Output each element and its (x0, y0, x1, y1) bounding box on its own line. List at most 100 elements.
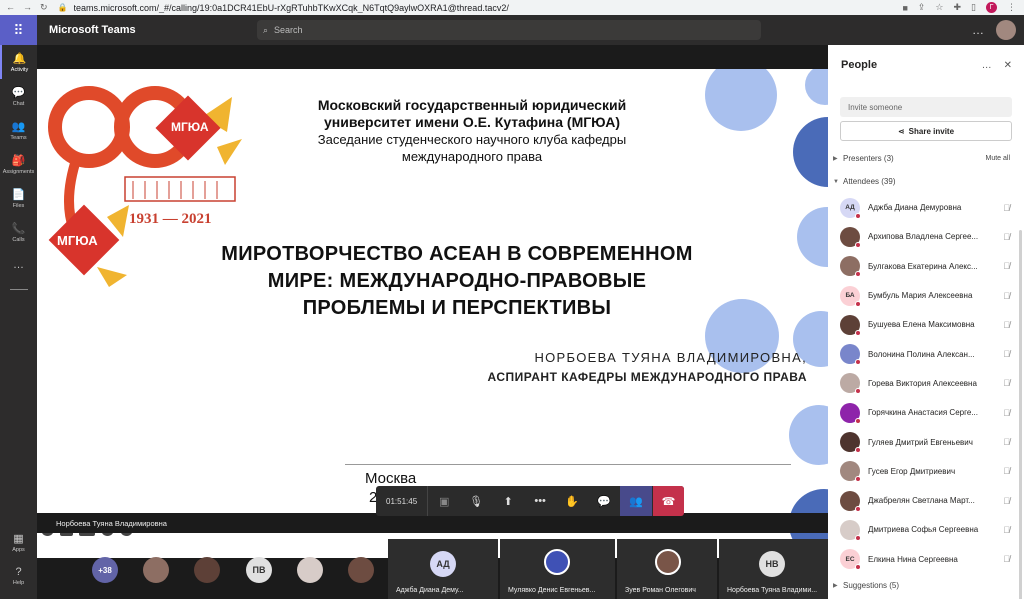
rail-item-files[interactable]: 📄 Files (0, 181, 37, 215)
forward-icon[interactable]: → (23, 2, 32, 13)
attendee-name: Гусев Егор Дмитриевич (868, 466, 956, 476)
mute-all-button[interactable]: Mute all (985, 155, 1024, 162)
attendee-row[interactable]: Гусев Егор Дмитриевич 🎙̸ (828, 457, 1024, 486)
rail-label: Activity (10, 66, 29, 73)
attendee-list: АД Аджба Диана Демуровна 🎙̸ Архипова Владле… (828, 193, 1024, 574)
attendee-row[interactable]: Архипова Владлена Сергее... 🎙̸ (828, 222, 1024, 251)
attendee-row[interactable]: Бушуева Елена Максимовна 🎙̸ (828, 310, 1024, 339)
avatar (840, 344, 861, 366)
sidebar-icon[interactable]: ▯ (971, 2, 976, 13)
rail-divider (9, 289, 28, 290)
attendee-row[interactable]: БА Бумбуль Мария Алексеевна 🎙̸ (828, 281, 1024, 310)
microphone-off-icon: 🎙̸ (1003, 261, 1010, 272)
suggestions-section[interactable]: ▶ Suggestions (5) (828, 574, 1024, 597)
attendees-section[interactable]: ▼ Attendees (39) (828, 170, 1024, 193)
header-line: Заседание студенческого научного клуба к… (317, 132, 627, 147)
presence-status-icon (855, 271, 861, 278)
attendee-row[interactable]: Булгакова Екатерина Алекс... 🎙̸ (828, 252, 1024, 281)
rail-label: Chat (12, 100, 25, 107)
rail-item-chat[interactable]: 💬 Chat (0, 79, 37, 113)
bell-icon: 🔔 (12, 52, 27, 65)
app-launcher-icon[interactable]: ⠿ (0, 15, 37, 45)
slide-divider (345, 464, 791, 465)
more-options-icon[interactable]: … (972, 23, 984, 37)
rail-item-activity[interactable]: 🔔 Activity (0, 45, 37, 79)
video-tile[interactable]: АД Аджба Диана Дему... (388, 539, 498, 599)
camera-icon[interactable]: ■ (902, 3, 907, 13)
rail-item-calls[interactable]: 📞 Calls (0, 215, 37, 249)
rail-item-apps[interactable]: ▦ Apps (0, 525, 37, 559)
tile-name: Норбоева Туяна Владими... (727, 587, 818, 594)
teams-top-bar: ⠿ Microsoft Teams ⌕ Search … (0, 15, 1024, 45)
attendee-row[interactable]: Гуляев Дмитрий Евгеньевич 🎙̸ (828, 427, 1024, 456)
rail-item-teams[interactable]: 👥 Teams (0, 113, 37, 147)
attendee-row[interactable]: АД Аджба Диана Демуровна 🎙̸ (828, 193, 1024, 222)
share-invite-button[interactable]: ⋖ Share invite (840, 121, 1012, 141)
attendee-row[interactable]: Горячкина Анастасия Серге... 🎙̸ (828, 398, 1024, 427)
participant-gallery: +38 ПВ АД Аджба Диана Дему... Мулявко Де… (37, 539, 828, 599)
participant-avatar[interactable]: ПВ (246, 557, 272, 583)
more-actions-icon[interactable]: ••• (524, 486, 556, 516)
header-line: международного права (401, 149, 543, 164)
microphone-off-icon: 🎙̸ (1003, 407, 1010, 418)
slide-header: Московский государственный юридический у… (277, 97, 667, 165)
microphone-off-icon: 🎙̸ (1003, 554, 1010, 565)
attendee-row[interactable]: Горева Виктория Алексеевна 🎙̸ (828, 369, 1024, 398)
back-icon[interactable]: ← (6, 2, 15, 13)
chevron-right-icon: ▶ (833, 156, 838, 162)
extensions-icon[interactable]: ✚ (954, 2, 962, 13)
files-icon: 📄 (11, 188, 26, 201)
raise-hand-icon[interactable]: ✋ (556, 486, 588, 516)
avatar (840, 461, 861, 483)
user-avatar[interactable] (996, 20, 1016, 40)
invite-input[interactable]: Invite someone (840, 97, 1012, 117)
panel-scrollbar[interactable] (1019, 230, 1022, 599)
participant-avatar[interactable] (143, 557, 169, 583)
close-icon[interactable]: ✕ (1004, 60, 1012, 71)
participants-icon[interactable]: 👥 (620, 486, 653, 516)
panel-more-icon[interactable]: … (982, 60, 992, 71)
rail-item-help[interactable]: ? Help (0, 559, 37, 593)
participant-avatar[interactable] (348, 557, 374, 583)
participant-avatar: НВ (759, 551, 785, 577)
rail-more-icon[interactable]: … (0, 249, 37, 283)
chat-icon[interactable]: 💬 (588, 486, 620, 516)
share-screen-icon[interactable]: ⬆ (492, 486, 524, 516)
hang-up-button[interactable]: ☎ (653, 486, 684, 516)
tile-name: Мулявко Денис Евгеньев... (508, 587, 596, 594)
attendee-name: Бушуева Елена Максимовна (868, 320, 975, 330)
video-tile[interactable]: Зуев Роман Олегович (617, 539, 717, 599)
video-tile[interactable]: Мулявко Денис Евгеньев... (500, 539, 615, 599)
search-icon: ⌕ (263, 24, 269, 35)
profile-avatar[interactable]: Г (986, 2, 997, 13)
section-label: Attendees (39) (843, 177, 896, 186)
title-line: МИРОТВОРЧЕСТВО АСЕАН В СОВРЕМЕННОМ (221, 243, 693, 265)
menu-icon[interactable]: ⋮ (1007, 2, 1016, 13)
camera-off-icon[interactable]: ▣ (428, 486, 460, 516)
share-icon: ⋖ (897, 126, 905, 136)
microphone-icon[interactable]: 🎙 (460, 486, 492, 516)
attendee-row[interactable]: Дмитриева Софья Сергеевна 🎙̸ (828, 515, 1024, 544)
rail-item-assignments[interactable]: 🎒 Assignments (0, 147, 37, 181)
participant-avatar[interactable] (297, 557, 323, 583)
attendee-row[interactable]: Волонина Полина Алексан... 🎙̸ (828, 339, 1024, 368)
presenters-section[interactable]: ▶ Presenters (3) Mute all (828, 147, 1024, 170)
overflow-count[interactable]: +38 (92, 557, 118, 583)
microphone-off-icon: 🎙̸ (1003, 231, 1010, 242)
avatar: БА (840, 285, 861, 307)
search-input[interactable]: ⌕ Search (257, 20, 761, 40)
attendee-row[interactable]: Джабрелян Светлана Март... 🎙̸ (828, 486, 1024, 515)
attendee-row[interactable]: ЕС Елкина Нина Сергеевна 🎙̸ (828, 545, 1024, 574)
presence-status-icon (855, 212, 861, 219)
url-text[interactable]: teams.microsoft.com/_#/calling/19:0a1DCR… (74, 3, 509, 13)
video-tile[interactable]: НВ Норбоева Туяна Владими... (719, 539, 828, 599)
star-icon[interactable]: ☆ (935, 2, 943, 13)
participant-avatar[interactable] (194, 557, 220, 583)
avatar (840, 314, 861, 336)
share-icon[interactable]: ⇪ (918, 2, 926, 13)
microphone-off-icon: 🎙̸ (1003, 437, 1010, 448)
people-panel: People … ✕ Invite someone ⋖ Share invite… (828, 45, 1024, 599)
presence-status-icon (855, 476, 861, 483)
presence-status-icon (855, 564, 861, 571)
reload-icon[interactable]: ↻ (40, 2, 48, 13)
